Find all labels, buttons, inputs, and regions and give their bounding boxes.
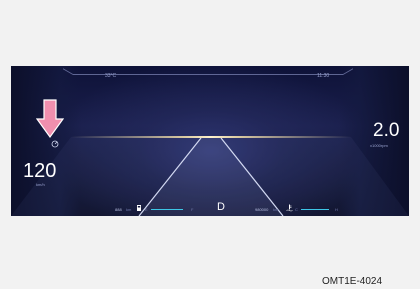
range-unit: km [126, 207, 132, 212]
odometer-readout: 980000 [255, 207, 269, 212]
speed-unit: km/h [36, 182, 45, 187]
gear-indicator: D [217, 201, 225, 213]
figure-caption: OMT1E-4024 [322, 276, 383, 287]
range-readout: 888 [115, 207, 122, 212]
coolant-temp-icon [286, 204, 293, 212]
rpm-readout: 2.0 [373, 120, 400, 141]
coolant-gauge-bar [301, 209, 329, 210]
horizon-glow [71, 136, 351, 138]
coolant-hot-label: H [335, 207, 338, 212]
clock: 11:30 [317, 73, 330, 79]
odometer-unit: km [273, 207, 279, 212]
fuel-full-label: F [191, 207, 194, 212]
rpm-unit: x1000rpm [370, 143, 388, 148]
outside-temperature: 33°C [105, 73, 117, 79]
coolant-cold-label: C [295, 207, 298, 212]
speed-readout: 120 [23, 160, 57, 182]
cruise-control-icon [51, 140, 59, 148]
instrument-cluster: 33°C 11:30 120 km/h 2.0 x1000rpm 888 km … [11, 66, 409, 216]
road-graphic [11, 137, 409, 216]
fuel-pump-icon [137, 205, 141, 211]
down-arrow-icon [36, 99, 64, 139]
fuel-gauge-bar [151, 209, 183, 210]
fuel-empty-label: E [145, 207, 148, 212]
